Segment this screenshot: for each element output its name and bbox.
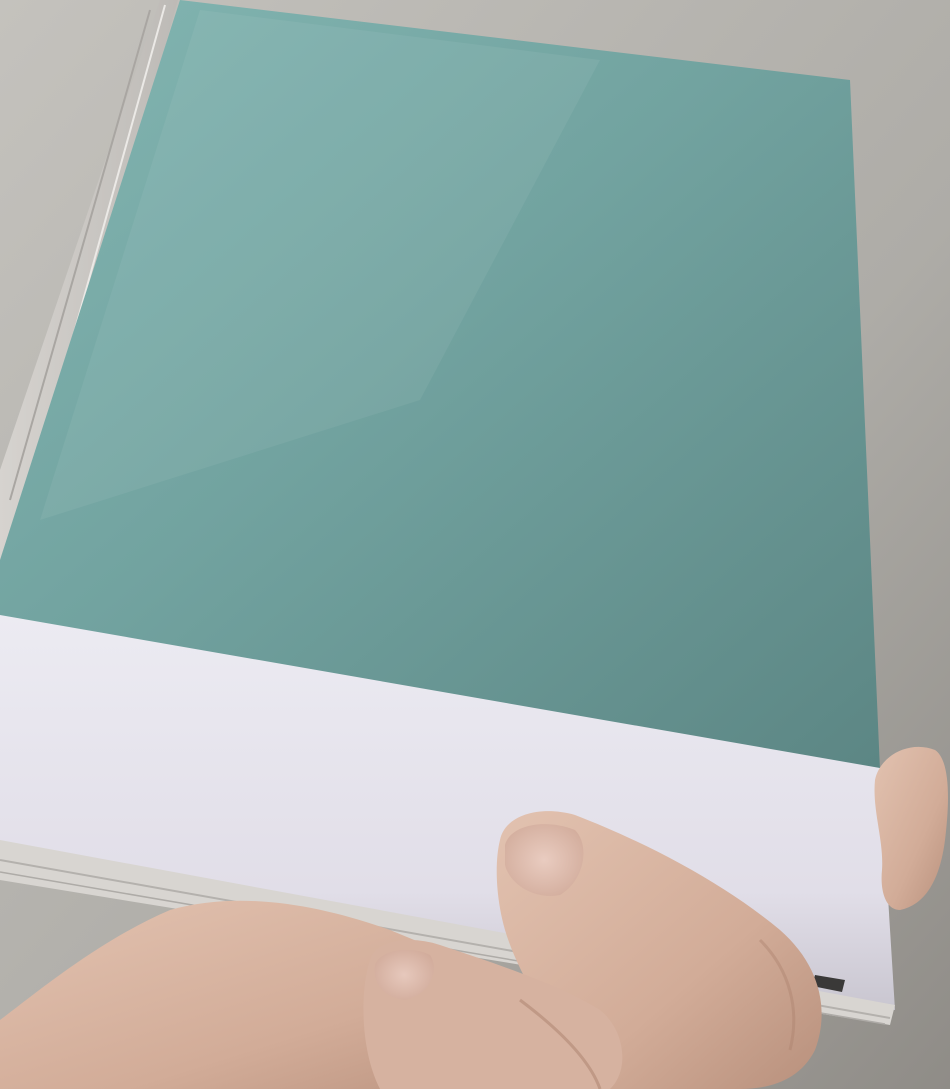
notebook-photo xyxy=(0,0,950,1089)
photo-scene xyxy=(0,0,950,1089)
